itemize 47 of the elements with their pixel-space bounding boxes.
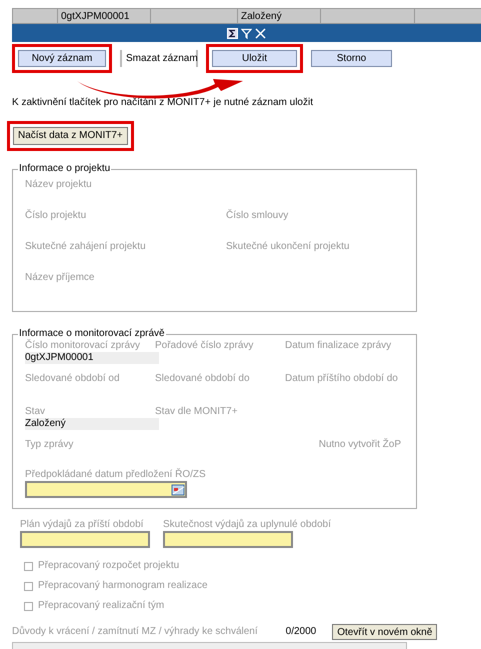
char-counter: 0/2000 xyxy=(286,626,316,638)
field-label: Stav xyxy=(25,406,46,418)
delete-button[interactable]: Smazat záznam xyxy=(120,50,198,67)
field-label: Název projektu xyxy=(25,179,93,191)
field-label: Číslo monitorovací zprávy xyxy=(25,340,142,352)
field-label: Skutečnost výdajů za uplynulé období xyxy=(163,519,331,531)
field-value: Založený xyxy=(25,418,159,430)
close-icon[interactable] xyxy=(255,28,266,38)
table-cell: 0gtXJPM00001 xyxy=(57,9,150,23)
checkbox-label: Přepracovaný realizační tým xyxy=(38,600,164,612)
field-label: Nutno vytvořit ŽoP xyxy=(318,439,401,451)
notice-text: K zaktivnění tlačítek pro načítání z MONIT7+ je nutné záznam uložit xyxy=(12,97,313,109)
table-cell: Založený xyxy=(237,9,320,23)
amount-field[interactable] xyxy=(163,531,293,548)
section-legend: Informace o projektu xyxy=(18,163,112,175)
field-label: Skutečné zahájení projektu xyxy=(25,241,147,253)
field-label: Sledované období od xyxy=(25,373,121,385)
field-label: Typ zprávy xyxy=(25,439,74,451)
field-label: Důvody k vrácení / zamítnutí MZ / výhrady ke schválení xyxy=(12,626,258,638)
field-label: Předpokládané datum předložení ŘO/ZS xyxy=(25,469,207,481)
filter-icon[interactable] xyxy=(241,28,252,38)
field-label: Název příjemce xyxy=(25,272,96,284)
field-label: Stav dle MONIT7+ xyxy=(155,406,239,418)
field-label: Pořadové číslo zprávy xyxy=(155,340,254,352)
section-legend: Informace o monitorovací zprávě xyxy=(18,328,166,340)
field-label: Datum finalizace zprávy xyxy=(285,340,392,352)
form-button[interactable]: Nový záznam xyxy=(18,50,106,67)
sum-icon[interactable] xyxy=(227,28,238,38)
field-label: Skutečné ukončení projektu xyxy=(226,241,350,253)
field-label: Číslo projektu xyxy=(25,210,88,222)
form-button[interactable]: Uložit xyxy=(212,50,297,67)
field-label: Sledované období do xyxy=(155,373,251,385)
calendar-icon[interactable] xyxy=(171,484,185,496)
field-label: Číslo smlouvy xyxy=(226,210,290,222)
form-button[interactable]: Storno xyxy=(311,50,392,67)
date-field[interactable] xyxy=(25,481,187,498)
field-label: Datum příštího období do xyxy=(285,373,399,385)
checkbox[interactable] xyxy=(24,562,33,570)
checkbox-label: Přepracovaný rozpočet projektu xyxy=(38,560,180,572)
load-button[interactable]: Načíst data z MONIT7+ xyxy=(13,127,128,145)
checkbox[interactable] xyxy=(24,602,33,610)
checkbox-label: Přepracovaný harmonogram realizace xyxy=(38,580,208,592)
checkbox[interactable] xyxy=(24,582,33,590)
open-window-button[interactable]: Otevřít v novém okně xyxy=(332,624,438,640)
field-value: 0gtXJPM00001 xyxy=(25,352,159,364)
amount-field[interactable] xyxy=(20,531,150,548)
field-label: Plán výdajů za příští období xyxy=(20,519,144,531)
